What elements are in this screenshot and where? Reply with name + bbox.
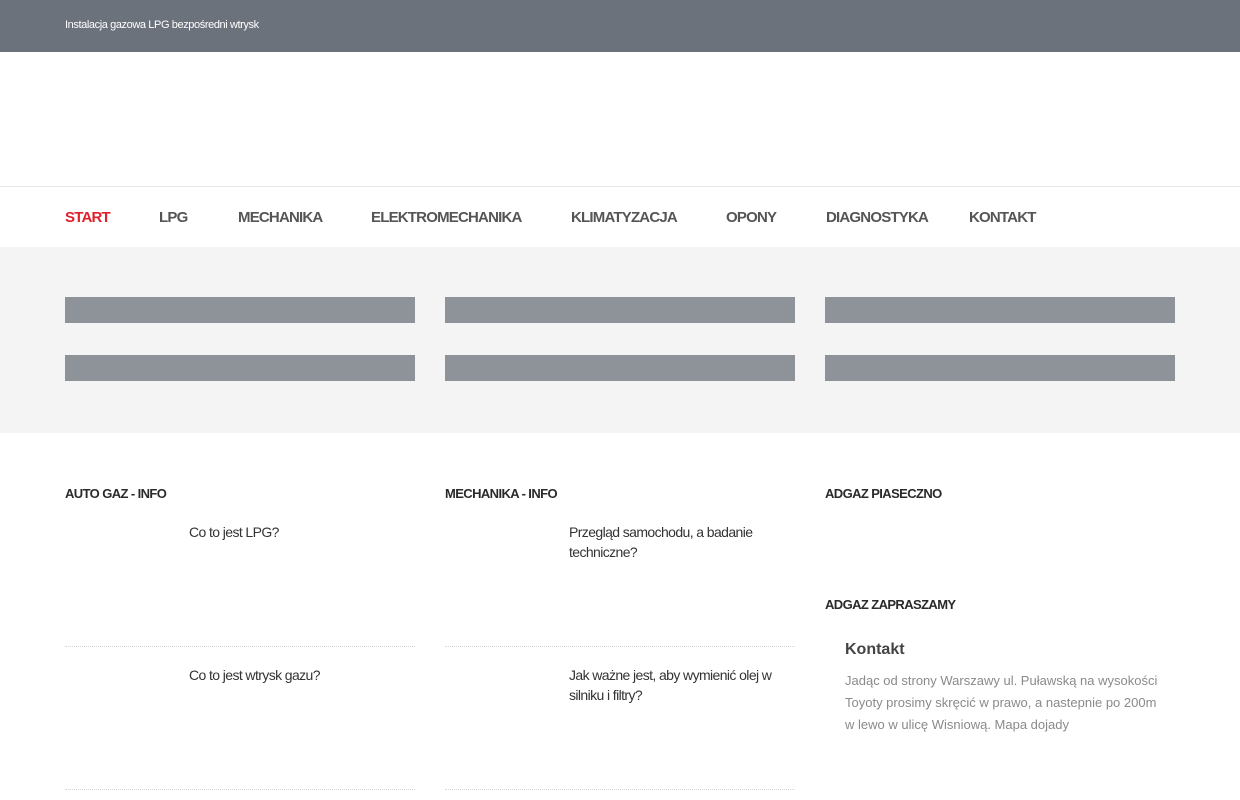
nav-item-mechanika[interactable]: MECHANIKA — [238, 209, 323, 226]
nav-item-klimatyzacja[interactable]: KLIMATYZACJA — [571, 209, 678, 226]
nav-item-opony[interactable]: OPONY — [726, 209, 777, 226]
nav-item-kontakt[interactable]: KONTAKT — [969, 209, 1036, 226]
post-thumbnail[interactable] — [445, 528, 555, 628]
featured-item-bar[interactable] — [825, 297, 1175, 323]
featured-item-bar[interactable] — [65, 355, 415, 381]
nav-item-diagnostyka[interactable]: DIAGNOSTYKA — [826, 209, 929, 226]
section-title-mechanika: MECHANIKA - INFO — [445, 486, 558, 501]
post-thumbnail[interactable] — [445, 671, 555, 771]
contact-heading: Kontakt — [845, 641, 905, 658]
featured-item-bar[interactable] — [445, 355, 795, 381]
top-bar: Instalacja gazowa LPG bezpośredni wtrysk — [0, 0, 1240, 52]
contact-directions: Jadąc od strony Warszawy ul. Puławską na… — [845, 673, 1158, 732]
post-title-link[interactable]: Jak ważne jest, aby wymienić olej w siln… — [569, 665, 795, 705]
post-title-link[interactable]: Przegląd samochodu, a badanie techniczne… — [569, 522, 795, 562]
list-item: Przegląd samochodu, a badanie techniczne… — [445, 520, 795, 647]
list-item: Co to jest LPG? — [65, 520, 415, 647]
section-title-zapraszamy: ADGAZ ZAPRASZAMY — [825, 597, 956, 612]
post-thumbnail[interactable] — [65, 528, 175, 628]
featured-band — [0, 247, 1240, 433]
featured-item-bar[interactable] — [825, 355, 1175, 381]
post-thumbnail[interactable] — [65, 671, 175, 771]
list-item: Jak ważne jest, aby wymienić olej w siln… — [445, 663, 795, 790]
featured-item-bar[interactable] — [445, 297, 795, 323]
section-title-autogaz: AUTO GAZ - INFO — [65, 486, 167, 501]
nav-item-start[interactable]: START — [65, 209, 111, 226]
nav-item-lpg[interactable]: LPG — [159, 209, 188, 226]
section-title-adgaz: ADGAZ PIASECZNO — [825, 486, 942, 501]
list-item: Co to jest wtrysk gazu? — [65, 663, 415, 790]
post-title-link[interactable]: Co to jest LPG? — [189, 522, 415, 542]
featured-item-bar[interactable] — [65, 297, 415, 323]
site-tagline: Instalacja gazowa LPG bezpośredni wtrysk — [65, 19, 259, 31]
post-title-link[interactable]: Co to jest wtrysk gazu? — [189, 665, 415, 685]
nav-item-elektromechanika[interactable]: ELEKTROMECHANIKA — [371, 209, 522, 226]
main-nav: START LPG MECHANIKA ELEKTROMECHANIKA KLI… — [0, 186, 1240, 247]
